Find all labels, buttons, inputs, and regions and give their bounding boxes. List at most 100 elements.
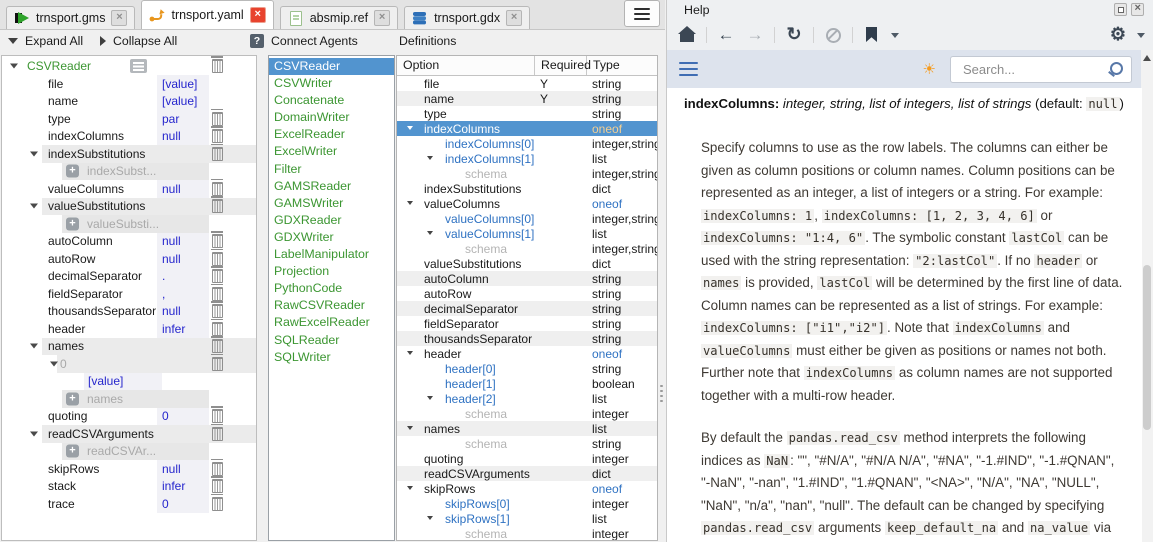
agent-item-filter[interactable]: Filter <box>269 161 394 178</box>
option-value[interactable]: null <box>162 129 181 143</box>
agent-item-gamsreader[interactable]: GAMSReader <box>269 178 394 195</box>
list-item-value[interactable]: [value] <box>88 374 123 388</box>
delete-icon[interactable] <box>212 322 223 336</box>
expander-icon[interactable] <box>10 64 18 69</box>
close-tab-icon[interactable]: × <box>506 10 522 26</box>
definition-row-schema[interactable]: schemainteger,string <box>397 241 657 256</box>
definition-row-autocolumn[interactable]: autoColumnstring <box>397 271 657 286</box>
add-item-icon[interactable]: + <box>66 445 79 458</box>
delete-icon[interactable] <box>212 199 223 213</box>
delete-icon[interactable] <box>212 112 223 126</box>
definition-row-header[interactable]: headeroneof <box>397 346 657 361</box>
tree-row--value-[interactable]: [value] <box>2 373 256 391</box>
delete-icon[interactable] <box>212 479 223 493</box>
expander-icon[interactable] <box>30 431 38 436</box>
tree-row-readcsvarguments[interactable]: readCSVArguments <box>2 425 256 443</box>
agent-item-rawexcelreader[interactable]: RawExcelReader <box>269 314 394 331</box>
definition-row-skiprows-0-[interactable]: skipRows[0]integer <box>397 496 657 511</box>
tree-row-file[interactable]: file[value] <box>2 75 256 93</box>
delete-icon[interactable] <box>212 252 223 266</box>
scroll-up-icon[interactable] <box>1143 55 1151 61</box>
option-value[interactable]: 0 <box>162 409 169 423</box>
delete-icon[interactable] <box>212 59 223 73</box>
definition-row-indexcolumns-1-[interactable]: indexColumns[1]list <box>397 151 657 166</box>
agent-item-excelwriter[interactable]: ExcelWriter <box>269 143 394 160</box>
expander-icon[interactable] <box>427 516 433 520</box>
tree-row-names[interactable]: +names <box>2 390 256 408</box>
search-icon[interactable] <box>1110 62 1123 75</box>
splitter-handle[interactable] <box>660 382 663 405</box>
expand-all-button[interactable]: Expand All <box>8 34 83 48</box>
definition-row-names[interactable]: nameslist <box>397 421 657 436</box>
tree-row-readcsvar-[interactable]: +readCSVAr... <box>2 443 256 461</box>
delete-icon[interactable] <box>212 427 223 441</box>
option-value[interactable]: null <box>162 462 181 476</box>
stop-icon[interactable] <box>823 25 843 45</box>
tree-row-skiprows[interactable]: skipRowsnull <box>2 460 256 478</box>
definition-row-indexsubstitutions[interactable]: indexSubstitutionsdict <box>397 181 657 196</box>
expander-icon[interactable] <box>30 204 38 209</box>
expander-icon[interactable] <box>407 426 413 430</box>
tab-trnsport-gms[interactable]: trnsport.gms× <box>6 6 135 29</box>
definition-row-header-1-[interactable]: header[1]boolean <box>397 376 657 391</box>
bookmark-icon[interactable] <box>862 25 882 45</box>
delete-icon[interactable] <box>212 339 223 353</box>
definition-row-indexcolumns[interactable]: indexColumnsoneof <box>397 121 657 136</box>
option-value[interactable]: null <box>162 182 181 196</box>
column-header-type[interactable]: Type <box>587 56 657 75</box>
add-item-icon[interactable]: + <box>66 165 79 178</box>
tree-row-header[interactable]: headerinfer <box>2 320 256 338</box>
expander-icon[interactable] <box>50 361 58 366</box>
scrollbar-thumb[interactable] <box>1143 265 1151 430</box>
option-value[interactable]: null <box>162 252 181 266</box>
delete-icon[interactable] <box>212 234 223 248</box>
definition-row-name[interactable]: nameYstring <box>397 91 657 106</box>
tree-row-0[interactable]: 0 <box>2 355 256 373</box>
definition-row-autorow[interactable]: autoRowstring <box>397 286 657 301</box>
option-value[interactable]: [value] <box>162 94 197 108</box>
agent-item-csvreader[interactable]: CSVReader <box>269 58 394 75</box>
option-value[interactable]: par <box>162 112 179 126</box>
option-value[interactable]: null <box>162 304 181 318</box>
delete-icon[interactable] <box>212 269 223 283</box>
close-tab-icon[interactable]: × <box>250 7 266 23</box>
tree-row-valuecolumns[interactable]: valueColumnsnull <box>2 180 256 198</box>
definition-row-valuecolumns[interactable]: valueColumnsoneof <box>397 196 657 211</box>
agent-item-gdxreader[interactable]: GDXReader <box>269 212 394 229</box>
delete-icon[interactable] <box>212 304 223 318</box>
tree-row-thousandsseparator[interactable]: thousandsSeparatornull <box>2 303 256 321</box>
definition-row-header-2-[interactable]: header[2]list <box>397 391 657 406</box>
definition-row-thousandsseparator[interactable]: thousandsSeparatorstring <box>397 331 657 346</box>
expander-icon[interactable] <box>407 126 413 130</box>
definition-row-valuecolumns-1-[interactable]: valueColumns[1]list <box>397 226 657 241</box>
forward-icon[interactable] <box>745 25 765 45</box>
add-item-icon[interactable]: + <box>66 392 79 405</box>
tree-row-indexcolumns[interactable]: indexColumnsnull <box>2 128 256 146</box>
delete-icon[interactable] <box>212 129 223 143</box>
definition-row-valuecolumns-0-[interactable]: valueColumns[0]integer,string <box>397 211 657 226</box>
tree-row-name[interactable]: name[value] <box>2 93 256 111</box>
definition-row-schema[interactable]: schemainteger <box>397 406 657 421</box>
gear-icon[interactable] <box>1108 25 1128 45</box>
agent-item-pythoncode[interactable]: PythonCode <box>269 280 394 297</box>
option-value[interactable]: infer <box>162 479 185 493</box>
collapse-all-button[interactable]: Collapse All <box>100 34 177 48</box>
tree-row-valuesubsti-[interactable]: +valueSubsti... <box>2 215 256 233</box>
expander-icon[interactable] <box>407 486 413 490</box>
agent-item-sqlreader[interactable]: SQLReader <box>269 332 394 349</box>
tree-row-type[interactable]: typepar <box>2 110 256 128</box>
help-question-icon[interactable]: ? <box>250 34 264 48</box>
close-tab-icon[interactable]: × <box>374 10 390 26</box>
definition-row-indexcolumns-0-[interactable]: indexColumns[0]integer,string <box>397 136 657 151</box>
agent-item-gdxwriter[interactable]: GDXWriter <box>269 229 394 246</box>
home-icon[interactable] <box>677 25 697 45</box>
agent-item-rawcsvreader[interactable]: RawCSVReader <box>269 297 394 314</box>
delete-icon[interactable] <box>212 182 223 196</box>
agent-item-excelreader[interactable]: ExcelReader <box>269 126 394 143</box>
tree-row-autorow[interactable]: autoRownull <box>2 250 256 268</box>
tab-list-menu-button[interactable] <box>624 0 660 27</box>
restore-window-icon[interactable] <box>1114 3 1127 16</box>
tab-trnsport-yaml[interactable]: trnsport.yaml× <box>141 0 273 29</box>
reload-icon[interactable] <box>784 25 804 45</box>
definition-row-schema[interactable]: schemastring <box>397 436 657 451</box>
